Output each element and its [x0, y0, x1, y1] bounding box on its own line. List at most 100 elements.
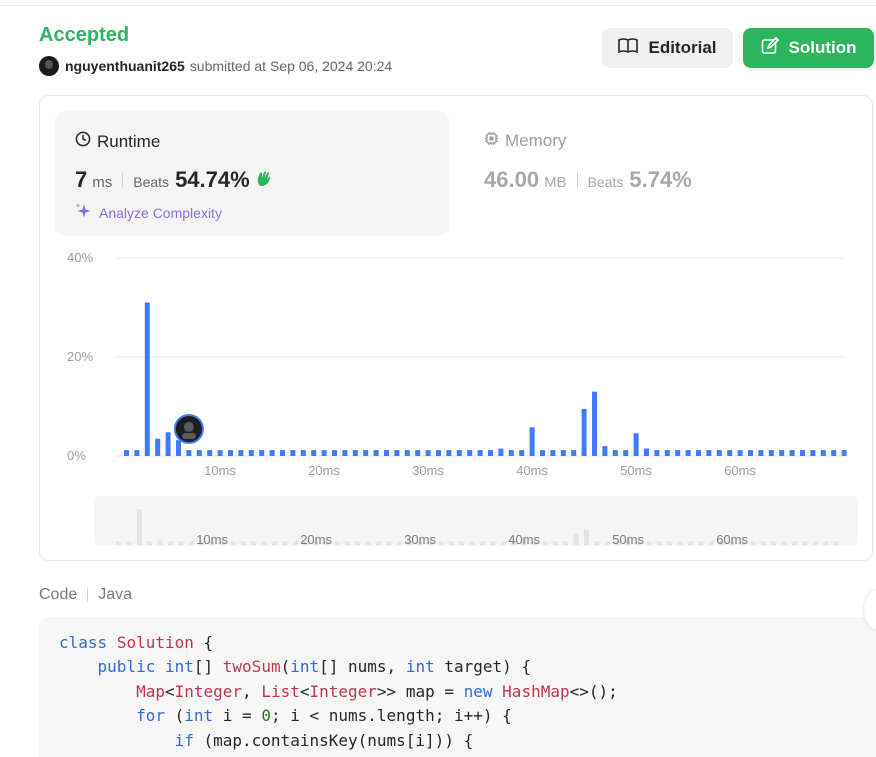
- memory-panel[interactable]: Memory 46.00 MB Beats 5.74%: [484, 131, 692, 192]
- runtime-distribution-chart[interactable]: 40% 20% 0% 10ms 20ms 30ms 40ms 50ms 60ms 10ms 20ms…: [55, 247, 865, 552]
- overview-bar: [646, 541, 652, 545]
- runtime-bar: [488, 450, 493, 456]
- overview-bar: [480, 541, 485, 545]
- chip-icon: [484, 131, 505, 151]
- runtime-label: Runtime: [97, 131, 161, 151]
- overview-bar: [604, 541, 610, 545]
- overview-bar: [438, 541, 444, 545]
- runtime-bar: [841, 450, 847, 456]
- x-tick-label: 20ms: [308, 463, 340, 478]
- y-tick-label: 40%: [67, 250, 93, 265]
- analyze-complexity-link[interactable]: Analyze Complexity: [75, 202, 222, 223]
- overview-bar: [168, 541, 173, 545]
- code-divider: [87, 588, 89, 602]
- editorial-button[interactable]: Editorial: [602, 28, 733, 68]
- runtime-bar: [217, 450, 223, 456]
- runtime-bar: [467, 450, 473, 456]
- overview-bar: [802, 541, 808, 545]
- runtime-divider: [122, 173, 124, 187]
- overview-bar: [656, 541, 662, 545]
- runtime-bar: [186, 450, 192, 456]
- runtime-beats-label: Beats: [133, 174, 170, 190]
- runtime-bar: [831, 450, 837, 456]
- code-block[interactable]: class Solution { public int[] twoSum(int…: [39, 617, 876, 757]
- overview-bar: [136, 509, 142, 545]
- overview-bar: [157, 539, 163, 545]
- runtime-bar: [321, 450, 327, 456]
- runtime-bar: [456, 450, 462, 456]
- overview-bar: [469, 541, 475, 545]
- overview-bar: [188, 541, 194, 545]
- overview-bar: [448, 541, 454, 545]
- username-link[interactable]: nguyenthuanit265: [65, 58, 185, 74]
- overview-tick-label: 10ms: [196, 532, 228, 547]
- overview-bar: [708, 541, 714, 545]
- overview-bar: [792, 541, 797, 545]
- y-tick-label: 0%: [67, 448, 86, 463]
- runtime-bar: [675, 450, 681, 456]
- runtime-bar: [706, 450, 712, 456]
- runtime-bar: [176, 440, 181, 456]
- runtime-bar: [560, 450, 566, 456]
- overview-bar: [459, 541, 465, 545]
- runtime-bar: [716, 450, 722, 456]
- runtime-bar: [248, 450, 254, 456]
- overview-bar: [594, 541, 600, 545]
- runtime-bar: [352, 450, 358, 456]
- runtime-bar: [550, 450, 556, 456]
- runtime-bar: [696, 450, 701, 456]
- clock-icon: [75, 131, 97, 152]
- runtime-bar: [363, 450, 369, 456]
- memory-title: Memory: [484, 131, 566, 151]
- runtime-unit: ms: [92, 174, 113, 191]
- overview-bar: [251, 541, 257, 545]
- runtime-bar: [477, 450, 483, 456]
- runtime-values: 7 ms Beats 54.74%: [75, 167, 273, 193]
- runtime-bar: [633, 433, 639, 456]
- x-tick-label: 40ms: [516, 463, 548, 478]
- runtime-bar: [529, 427, 535, 456]
- clap-icon: [255, 169, 273, 192]
- overview-bar: [771, 541, 777, 545]
- analyze-label: Analyze Complexity: [99, 204, 222, 221]
- overview-bar: [396, 541, 402, 545]
- runtime-bar: [165, 432, 171, 456]
- overview-bar: [292, 541, 298, 545]
- memory-values: 46.00 MB Beats 5.74%: [484, 167, 692, 193]
- runtime-bar: [155, 438, 161, 456]
- runtime-bar: [332, 450, 337, 456]
- runtime-bar: [800, 450, 805, 456]
- overview-bar: [355, 541, 361, 545]
- runtime-bar: [436, 450, 441, 456]
- runtime-bar: [508, 450, 514, 456]
- runtime-bar: [727, 450, 733, 456]
- overview-bar: [542, 541, 548, 545]
- runtime-bar: [290, 450, 296, 456]
- runtime-bar: [779, 450, 785, 456]
- runtime-bar: [404, 450, 410, 456]
- edit-icon: [761, 36, 789, 60]
- overview-bar: [376, 541, 381, 545]
- overview-bar: [573, 533, 579, 545]
- overview-bar: [386, 541, 392, 545]
- user-avatar[interactable]: [39, 56, 59, 76]
- y-tick-label: 20%: [67, 349, 93, 364]
- runtime-beats-value: 54.74%: [175, 167, 250, 192]
- x-tick-label: 10ms: [204, 463, 236, 478]
- overview-tick-label: 30ms: [404, 532, 436, 547]
- runtime-bar: [592, 391, 597, 456]
- memory-label: Memory: [505, 131, 567, 150]
- overview-bar: [823, 541, 829, 545]
- overview-bar: [833, 541, 839, 545]
- solution-button[interactable]: Solution: [743, 28, 874, 68]
- overview-bar: [147, 540, 153, 545]
- overview-bar: [334, 541, 340, 545]
- overview-tick-label: 20ms: [300, 532, 332, 547]
- avatar-body: [181, 433, 196, 439]
- overview-bar: [563, 541, 569, 545]
- memory-value: 46.00: [484, 167, 540, 192]
- x-tick-label: 50ms: [620, 463, 652, 478]
- runtime-panel[interactable]: Runtime 7 ms Beats 54.74% Analyze Comple…: [55, 111, 449, 236]
- overview-tick-label: 40ms: [508, 532, 540, 547]
- runtime-bar: [394, 450, 400, 456]
